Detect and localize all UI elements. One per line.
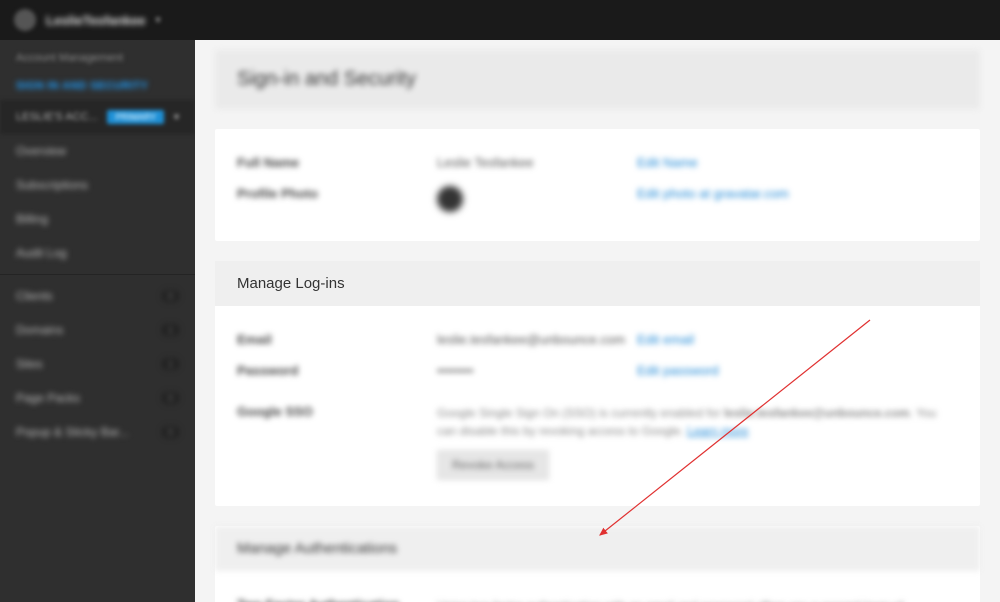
chevron-down-icon[interactable]: ▾ [155, 15, 160, 26]
sidebar-item-sites[interactable]: Sites 1 [0, 347, 195, 381]
count-badge: 0 [162, 426, 179, 438]
edit-name-link[interactable]: Edit Name [637, 155, 698, 170]
sidebar: Account Management SIGN IN AND SECURITY … [0, 40, 195, 602]
chevron-down-icon: ▾ [174, 112, 179, 123]
tfa-description: Using two factor authentication with an … [437, 597, 958, 602]
email-label: Email [237, 332, 437, 347]
edit-photo-link[interactable]: Edit photo at gravatar.com [637, 186, 789, 201]
edit-email-link[interactable]: Edit email [637, 332, 694, 347]
sidebar-item-label: Popup & Sticky Bar... [16, 425, 129, 439]
profile-card: Full Name Leslie Tesfankee Edit Name Pro… [215, 129, 980, 241]
avatar[interactable] [14, 9, 36, 31]
top-bar: LeslieTesfankee ▾ [0, 0, 1000, 40]
sidebar-item-label: Subscriptions [16, 178, 88, 192]
sidebar-item-signin-security[interactable]: SIGN IN AND SECURITY [0, 72, 195, 100]
sidebar-item-billing[interactable]: Billing [0, 202, 195, 236]
sidebar-item-popup-sticky[interactable]: Popup & Sticky Bar... 0 [0, 415, 195, 449]
sso-label: Google SSO [237, 404, 437, 419]
profile-avatar [437, 186, 463, 212]
photo-label: Profile Photo [237, 186, 437, 201]
revoke-access-button[interactable]: Revoke Access [437, 450, 549, 480]
count-badge: 1 [162, 324, 179, 336]
topbar-username[interactable]: LeslieTesfankee [46, 13, 145, 28]
main-content: Sign-in and Security Full Name Leslie Te… [195, 40, 1000, 602]
sidebar-account-badge: PRIMARY [107, 110, 164, 124]
sidebar-item-clients[interactable]: Clients 0 [0, 279, 195, 313]
fullname-label: Full Name [237, 155, 437, 170]
count-badge: 1 [162, 358, 179, 370]
page-title-block: Sign-in and Security [215, 50, 980, 109]
sso-learn-more-link[interactable]: Learn more [687, 424, 748, 438]
password-label: Password [237, 363, 437, 378]
logins-header: Manage Log-ins [215, 261, 980, 306]
logins-card: Manage Log-ins Email leslie.tesfankee@un… [215, 261, 980, 506]
sidebar-item-audit-log[interactable]: Audit Log [0, 236, 195, 270]
page-title: Sign-in and Security [237, 68, 958, 91]
edit-password-link[interactable]: Edit password [637, 363, 719, 378]
password-value: •••••••• [437, 363, 637, 378]
sidebar-item-label: Sites [16, 357, 43, 371]
authentications-card: Manage Authentications Two Factor Authen… [215, 526, 980, 602]
count-badge: 0 [162, 392, 179, 404]
divider [0, 274, 195, 275]
sidebar-item-subscriptions[interactable]: Subscriptions [0, 168, 195, 202]
sidebar-item-label: Billing [16, 212, 48, 226]
sidebar-item-label: Overview [16, 144, 66, 158]
sidebar-item-label: Page Packs [16, 391, 80, 405]
email-value: leslie.tesfankee@unbounce.com [437, 332, 637, 347]
sidebar-account-switcher[interactable]: LESLIE'S ACC... PRIMARY ▾ [0, 100, 195, 134]
sidebar-item-label: Audit Log [16, 246, 67, 260]
tfa-label: Two Factor Authentication [237, 597, 437, 602]
sidebar-item-domains[interactable]: Domains 1 [0, 313, 195, 347]
sidebar-item-overview[interactable]: Overview [0, 134, 195, 168]
fullname-value: Leslie Tesfankee [437, 155, 637, 170]
sidebar-item-page-packs[interactable]: Page Packs 0 [0, 381, 195, 415]
sidebar-item-label: Clients [16, 289, 53, 303]
count-badge: 0 [162, 290, 179, 302]
sidebar-account-label: LESLIE'S ACC... [16, 111, 98, 123]
sidebar-item-label: Domains [16, 323, 63, 337]
sidebar-section-header: Account Management [0, 40, 195, 72]
sso-description: Google Single Sign On (SSO) is currently… [437, 404, 958, 440]
authentications-header: Manage Authentications [215, 526, 980, 571]
